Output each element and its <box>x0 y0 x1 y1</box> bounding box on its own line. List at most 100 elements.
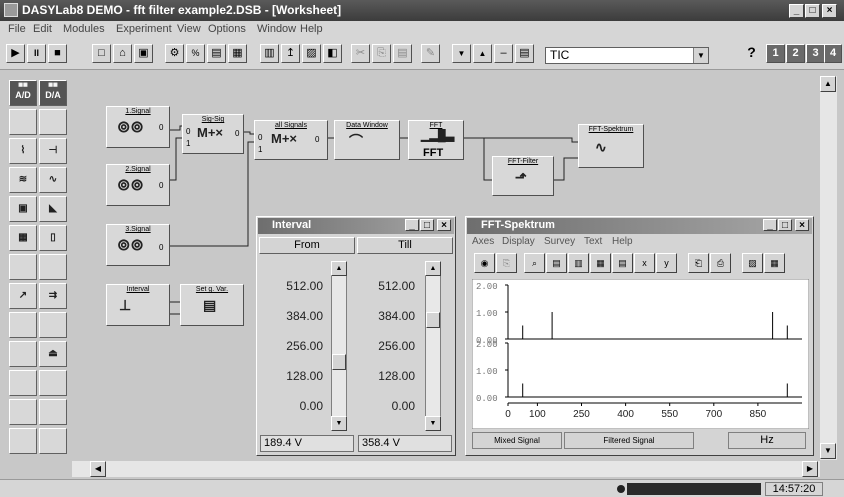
palette-empty-8[interactable] <box>9 370 37 396</box>
fft-menu-text[interactable]: Text <box>584 236 602 247</box>
tic-select[interactable]: TIC ▼ <box>545 47 709 64</box>
fft-minimize-button[interactable]: _ <box>763 219 777 231</box>
chart-view-icon[interactable]: ▨ <box>742 253 763 273</box>
worksheet-hscroll[interactable]: ◀ ▶ <box>72 461 820 477</box>
page-1-button[interactable]: 1 <box>766 44 785 63</box>
fft-chart[interactable]: 2.001.000.002.001.000.000 100 250 400 550 700… <box>472 279 809 429</box>
palette-empty-12[interactable] <box>9 428 37 454</box>
scroll-left-arrow[interactable]: ◀ <box>90 461 106 477</box>
module-fft-filter[interactable]: FFT-Filter ⬏ <box>492 156 554 196</box>
module-fft[interactable]: FFT ▁▂█▃ FFT <box>408 120 464 160</box>
trend-icon[interactable]: ↗ <box>9 283 37 309</box>
till-down-arrow[interactable]: ▼ <box>425 416 441 431</box>
percent-icon[interactable]: % <box>186 44 205 63</box>
minimize-button[interactable]: _ <box>789 4 804 18</box>
page-3-button[interactable]: 3 <box>806 44 825 63</box>
page-2-button[interactable]: 2 <box>786 44 805 63</box>
fft-maximize-button[interactable]: □ <box>778 219 792 231</box>
zoom-y-icon[interactable]: ▥ <box>568 253 589 273</box>
palette-empty-3[interactable] <box>9 254 37 280</box>
palette-empty-9[interactable] <box>39 370 67 396</box>
menu-file[interactable]: File <box>8 23 26 35</box>
from-up-arrow[interactable]: ▲ <box>331 261 347 276</box>
fft-title-bar[interactable]: FFT-Spektrum <box>467 218 812 234</box>
close-button[interactable]: × <box>822 4 837 18</box>
ramp-icon[interactable]: ◣ <box>39 196 67 222</box>
palette-empty-10[interactable] <box>9 399 37 425</box>
palette-empty-1[interactable] <box>9 109 37 135</box>
math-icon[interactable]: ∿ <box>39 167 67 193</box>
merge-icon[interactable]: ⇉ <box>39 283 67 309</box>
da-module-button[interactable]: ▦▦ D/A <box>39 80 67 106</box>
fft-menu-help[interactable]: Help <box>612 236 633 247</box>
fft-menu-display[interactable]: Display <box>502 236 535 247</box>
palette-empty-6[interactable] <box>39 312 67 338</box>
palette-empty-7[interactable] <box>9 341 37 367</box>
fft-spektrum-window[interactable]: FFT-Spektrum _ □ × Axes Display Survey T… <box>465 216 814 456</box>
palette-empty-5[interactable] <box>9 312 37 338</box>
zoom-x-icon[interactable]: ▤ <box>546 253 567 273</box>
module-interval[interactable]: Interval ⊥ <box>106 284 170 326</box>
wiring-icon[interactable]: ⚙ <box>165 44 184 63</box>
palette-empty-4[interactable] <box>39 254 67 280</box>
module-1-signal[interactable]: 1.Signal ⊚⊚ 0 <box>106 106 170 148</box>
arrow-up-icon[interactable]: ▲ <box>473 44 492 63</box>
minus-icon[interactable]: – <box>494 44 513 63</box>
module-3-signal[interactable]: 3.Signal ⊚⊚ 0 <box>106 224 170 266</box>
from-slider[interactable]: ▲ ▼ <box>331 261 347 431</box>
scroll-right-arrow[interactable]: ▶ <box>802 461 818 477</box>
menu-help[interactable]: Help <box>300 23 323 35</box>
arrow-down-icon[interactable]: ▼ <box>452 44 471 63</box>
print-icon[interactable]: ⎙ <box>710 253 731 273</box>
meter-icon[interactable]: ▯ <box>39 225 67 251</box>
module-sig-sig[interactable]: Sig-Sig M+× 0 1 0 <box>182 114 244 154</box>
module-set-g-var[interactable]: Set g. Var. ▤ <box>180 284 244 326</box>
menu-modules[interactable]: Modules <box>63 23 105 35</box>
save-icon[interactable]: ▣ <box>134 44 153 63</box>
generator-icon[interactable]: ⌇ <box>9 138 37 164</box>
paste-icon[interactable]: ▤ <box>393 44 412 63</box>
interval-close-button[interactable]: × <box>437 219 451 231</box>
chevron-down-icon[interactable]: ▼ <box>693 48 708 63</box>
ad-module-button[interactable]: ▦▦ A/D <box>9 80 37 106</box>
module-2-signal[interactable]: 2.Signal ⊚⊚ 0 <box>106 164 170 206</box>
switch-icon[interactable]: ⊣ <box>39 138 67 164</box>
module-fft-spektrum[interactable]: FFT-Spektrum ∿ <box>578 124 644 168</box>
wand-icon[interactable]: ✎ <box>421 44 440 63</box>
tool-icon[interactable]: ↥ <box>281 44 300 63</box>
palette-empty-13[interactable] <box>39 428 67 454</box>
camera-icon[interactable]: ◉ <box>474 253 495 273</box>
page-4-button[interactable]: 4 <box>824 44 842 63</box>
pause-button[interactable]: II <box>27 44 46 63</box>
interval-window[interactable]: Interval _ □ × From Till 512.00 384.00 2… <box>256 216 456 456</box>
copy-icon[interactable]: ⎘ <box>372 44 391 63</box>
new-file-icon[interactable]: □ <box>92 44 111 63</box>
menu-edit[interactable]: Edit <box>33 23 52 35</box>
menu-view[interactable]: View <box>177 23 201 35</box>
grid-icon[interactable]: ▦ <box>590 253 611 273</box>
copy-icon[interactable]: ⎘ <box>496 253 517 273</box>
till-up-arrow[interactable]: ▲ <box>425 261 441 276</box>
module-all-signals[interactable]: all Signals M+× 0 1 0 <box>254 120 328 160</box>
maximize-button[interactable]: □ <box>805 4 820 18</box>
cut-icon[interactable]: ✂ <box>351 44 370 63</box>
open-folder-icon[interactable]: ⌂ <box>113 44 132 63</box>
counter-icon[interactable]: ▣ <box>9 196 37 222</box>
interval-minimize-button[interactable]: _ <box>405 219 419 231</box>
chart-icon[interactable]: ▨ <box>302 44 321 63</box>
till-slider-thumb[interactable] <box>426 312 440 328</box>
stop-button[interactable]: ■ <box>48 44 67 63</box>
worksheet[interactable]: 1.Signal ⊚⊚ 0 2.Signal ⊚⊚ 0 3.Signal ⊚⊚ … <box>72 76 818 460</box>
fft-menu-survey[interactable]: Survey <box>544 236 575 247</box>
menu-window[interactable]: Window <box>257 23 296 35</box>
plug-icon[interactable]: ⏏ <box>39 341 67 367</box>
table-icon[interactable]: ▤ <box>612 253 633 273</box>
help-button[interactable]: ? <box>742 44 761 63</box>
palette-empty-11[interactable] <box>39 399 67 425</box>
clipboard-icon[interactable]: ⎗ <box>688 253 709 273</box>
device-icon[interactable]: ▤ <box>207 44 226 63</box>
menu-experiment[interactable]: Experiment <box>116 23 172 35</box>
zoom-icon[interactable]: ⌕ <box>524 253 545 273</box>
grid-icon[interactable]: ▤ <box>515 44 534 63</box>
scale-y-icon[interactable]: y <box>656 253 677 273</box>
